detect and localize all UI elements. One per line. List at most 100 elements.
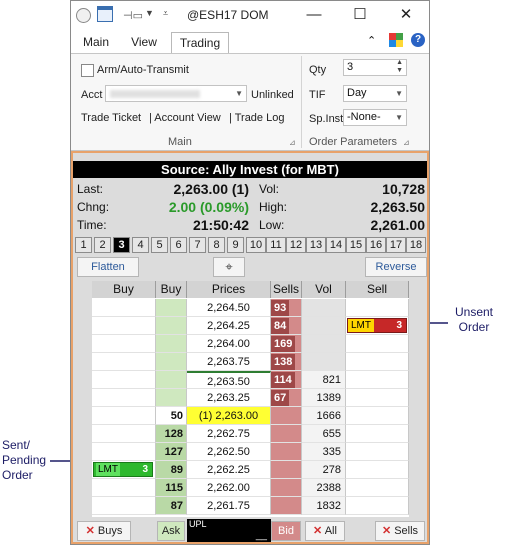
- ask-size-cell[interactable]: 67: [271, 389, 302, 407]
- stepper-arrows-icon[interactable]: ▲ ▼: [396, 59, 403, 75]
- sell-order-cell[interactable]: LMT 3: [346, 317, 409, 335]
- sell-order-cell[interactable]: [346, 371, 409, 389]
- help-icon[interactable]: ?: [411, 33, 425, 47]
- ask-size-cell[interactable]: [271, 425, 302, 443]
- ask-size-cell[interactable]: 169: [271, 335, 302, 353]
- number-tab-11[interactable]: 11: [266, 237, 286, 253]
- buy-order-cell[interactable]: [92, 479, 156, 497]
- app-menu-circle-icon[interactable]: [76, 8, 91, 23]
- buy-order-cell[interactable]: [92, 371, 156, 389]
- buy-order-cell[interactable]: [92, 335, 156, 353]
- bid-size-cell[interactable]: 87: [156, 497, 187, 515]
- bid-size-cell[interactable]: 50: [156, 407, 187, 425]
- tab-main[interactable]: Main: [77, 32, 115, 52]
- sell-order-cell[interactable]: [346, 461, 409, 479]
- link-trade-log[interactable]: | Trade Log: [229, 112, 284, 124]
- buy-order-cell[interactable]: [92, 299, 156, 317]
- cancel-all-button[interactable]: ✕ All: [305, 521, 345, 541]
- reverse-button[interactable]: Reverse: [365, 257, 427, 277]
- volume-cell[interactable]: 1666: [302, 407, 346, 425]
- customize-toolbar-icon[interactable]: ⩡: [163, 8, 179, 24]
- volume-cell[interactable]: 1389: [302, 389, 346, 407]
- number-tab-1[interactable]: 1: [75, 237, 92, 253]
- collapse-ribbon-icon[interactable]: ⌃: [367, 34, 376, 47]
- bid-button[interactable]: Bid: [271, 521, 301, 541]
- pending-buy-order[interactable]: LMT 3: [93, 462, 153, 477]
- number-tab-8[interactable]: 8: [208, 237, 225, 253]
- number-tab-3[interactable]: 3: [113, 237, 130, 253]
- volume-cell[interactable]: 655: [302, 425, 346, 443]
- ask-size-cell[interactable]: [271, 407, 302, 425]
- number-tab-16[interactable]: 16: [366, 237, 386, 253]
- number-tab-9[interactable]: 9: [227, 237, 244, 253]
- number-tab-12[interactable]: 12: [286, 237, 306, 253]
- ask-size-cell[interactable]: [271, 479, 302, 497]
- calendar-icon[interactable]: [97, 6, 113, 22]
- ask-size-cell[interactable]: 114: [271, 371, 302, 389]
- buy-order-cell[interactable]: [92, 497, 156, 515]
- main-group-launcher-icon[interactable]: ⊿: [289, 138, 296, 147]
- volume-cell[interactable]: 821: [302, 371, 346, 389]
- number-tab-14[interactable]: 14: [326, 237, 346, 253]
- ask-size-cell[interactable]: [271, 461, 302, 479]
- sell-order-cell[interactable]: [346, 479, 409, 497]
- ask-size-cell[interactable]: 93: [271, 299, 302, 317]
- price-cell[interactable]: (1) 2,263.00: [187, 407, 271, 425]
- qty-stepper[interactable]: 3 ▲ ▼: [343, 59, 407, 76]
- price-cell[interactable]: 2,264.25: [187, 317, 271, 335]
- ask-size-cell[interactable]: [271, 497, 302, 515]
- sell-order-cell[interactable]: [346, 299, 409, 317]
- number-tab-17[interactable]: 17: [386, 237, 406, 253]
- price-cell[interactable]: 2,262.75: [187, 425, 271, 443]
- number-tab-4[interactable]: 4: [132, 237, 149, 253]
- buy-order-cell[interactable]: [92, 443, 156, 461]
- number-tab-2[interactable]: 2: [94, 237, 111, 253]
- spinst-select[interactable]: -None- ▼: [343, 109, 407, 126]
- center-crosshair-button[interactable]: ⌖: [213, 257, 245, 277]
- price-cell[interactable]: 2,261.75: [187, 497, 271, 515]
- price-cell[interactable]: 2,262.00: [187, 479, 271, 497]
- minimize-button[interactable]: —: [299, 5, 329, 25]
- account-select[interactable]: ▼: [105, 85, 247, 102]
- price-cell[interactable]: 2,262.50: [187, 443, 271, 461]
- volume-cell[interactable]: 278: [302, 461, 346, 479]
- sell-order-cell[interactable]: [346, 443, 409, 461]
- volume-cell[interactable]: [302, 317, 346, 335]
- volume-cell[interactable]: [302, 353, 346, 371]
- price-cell[interactable]: 2,264.50: [187, 299, 271, 317]
- tif-select[interactable]: Day ▼: [343, 85, 407, 102]
- number-tab-5[interactable]: 5: [151, 237, 168, 253]
- price-cell[interactable]: 2,263.25: [187, 389, 271, 407]
- cancel-sells-button[interactable]: ✕ Sells: [375, 521, 425, 541]
- bid-size-cell[interactable]: [156, 299, 187, 317]
- close-button[interactable]: ✕: [391, 5, 421, 25]
- ask-size-cell[interactable]: [271, 443, 302, 461]
- bid-size-cell[interactable]: [156, 353, 187, 371]
- link-account-view[interactable]: | Account View: [149, 112, 221, 124]
- number-tab-13[interactable]: 13: [306, 237, 326, 253]
- flatten-button[interactable]: Flatten: [77, 257, 139, 277]
- bid-size-cell[interactable]: [156, 335, 187, 353]
- dropdown-arrow-icon[interactable]: ▼: [145, 8, 161, 24]
- unsent-sell-order[interactable]: LMT 3: [347, 318, 407, 333]
- sell-order-cell[interactable]: [346, 353, 409, 371]
- sell-order-cell[interactable]: [346, 335, 409, 353]
- buy-order-cell[interactable]: LMT 3: [92, 461, 156, 479]
- bid-size-cell[interactable]: [156, 371, 187, 389]
- sell-order-cell[interactable]: [346, 407, 409, 425]
- number-tab-15[interactable]: 15: [346, 237, 366, 253]
- cancel-buys-button[interactable]: ✕ Buys: [77, 521, 131, 541]
- price-cell[interactable]: 2,263.50: [187, 371, 271, 389]
- tab-view[interactable]: View: [125, 32, 163, 52]
- bid-size-cell[interactable]: 128: [156, 425, 187, 443]
- price-cell[interactable]: 2,263.75: [187, 353, 271, 371]
- sell-order-cell[interactable]: [346, 497, 409, 515]
- volume-cell[interactable]: 2388: [302, 479, 346, 497]
- buy-order-cell[interactable]: [92, 317, 156, 335]
- link-trade-ticket[interactable]: Trade Ticket: [81, 112, 141, 124]
- ask-size-cell[interactable]: 138: [271, 353, 302, 371]
- number-tab-6[interactable]: 6: [170, 237, 187, 253]
- bid-size-cell[interactable]: [156, 389, 187, 407]
- ask-button[interactable]: Ask: [157, 521, 185, 541]
- bid-size-cell[interactable]: 89: [156, 461, 187, 479]
